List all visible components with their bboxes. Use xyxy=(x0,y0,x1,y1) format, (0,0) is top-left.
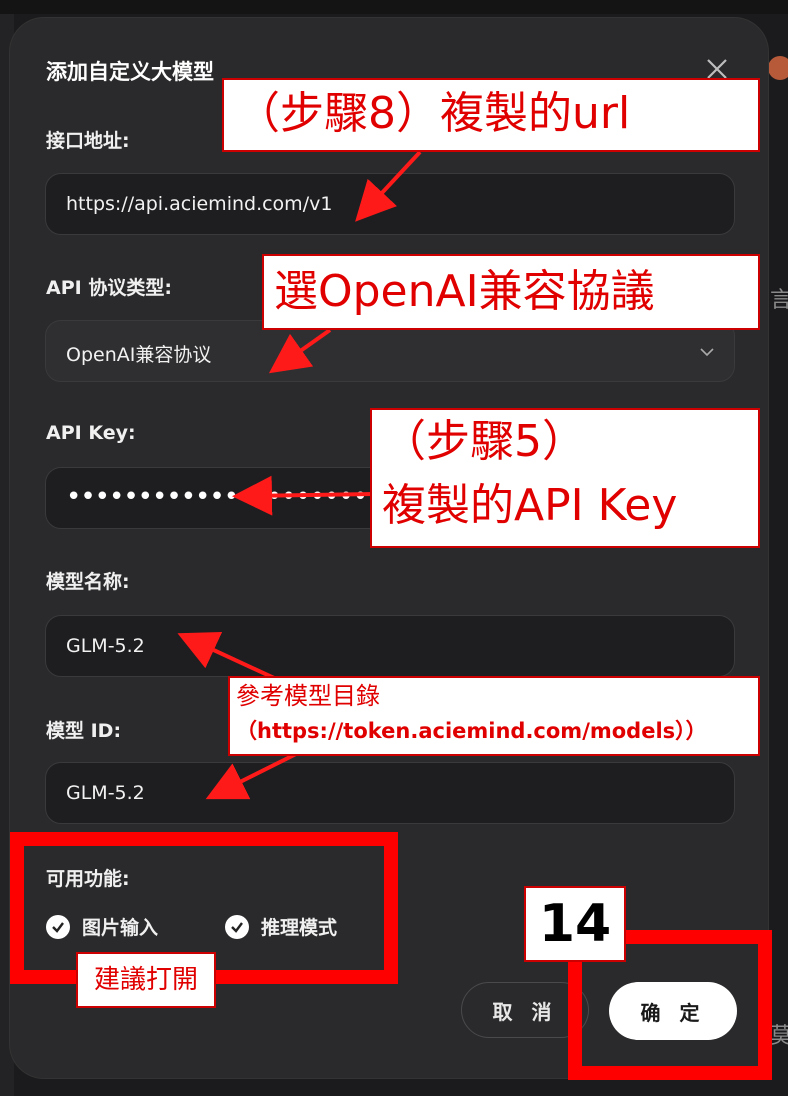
annotation-step8: （步驟8）複製的url xyxy=(222,78,760,152)
annotation-step5-line1: （步驟5） xyxy=(382,416,586,467)
annotation-step5: （步驟5） 複製的API Key xyxy=(370,408,760,548)
arrow-to-endpoint xyxy=(355,150,422,222)
annotation-model-reference: 參考模型目錄 （https://token.aciemind.com/model… xyxy=(228,676,760,756)
annotation-model-ref-line1: 參考模型目錄 xyxy=(236,682,380,710)
annotation-step5-line2: 複製的API Key xyxy=(382,480,678,531)
arrow-to-model-id xyxy=(205,750,301,800)
annotation-step-number: 14 xyxy=(524,886,626,962)
arrow-to-api-key xyxy=(232,475,375,516)
annotation-model-ref-line2: （https://token.aciemind.com/models）） xyxy=(236,719,707,743)
annotation-recommend-on: 建議打開 xyxy=(76,952,216,1008)
annotation-select-openai: 選OpenAI兼容協議 xyxy=(262,254,760,330)
arrow-to-protocol xyxy=(268,328,332,374)
annotation-arrows xyxy=(177,150,422,800)
